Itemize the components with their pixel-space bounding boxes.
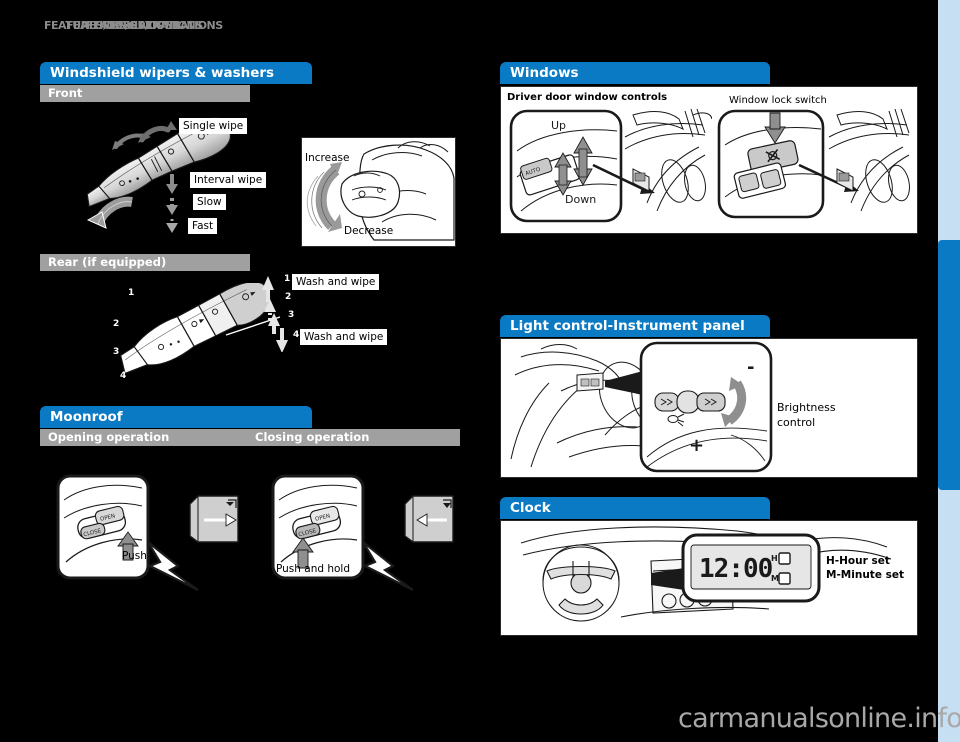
label-single-wipe: Single wipe <box>179 118 248 134</box>
subheader-rear: Rear (if equipped) <box>40 254 250 271</box>
brightness-minus-symbol: - <box>747 357 754 378</box>
section-header-windows: Windows <box>500 62 770 84</box>
driver-door-window-control-illustration: AUTO Up Down <box>509 108 712 223</box>
rear-stalk-number-4: 4 <box>120 371 127 381</box>
clock-hour-button-label: H <box>771 554 778 563</box>
brightness-plus-symbol: + <box>689 435 704 456</box>
clock-illustration-frame: 12:00 H M H-Hour set M-Minute set <box>500 520 918 636</box>
caption-window-lock-switch: Window lock switch <box>729 95 827 106</box>
subheader-moonroof-operations: Opening operation Closing operation <box>40 429 460 446</box>
label-down: Down <box>565 193 596 206</box>
moonroof-opening-illustration: OPEN CLOSE <box>56 474 239 591</box>
label-up: Up <box>551 119 566 132</box>
clock-display-time: 12:00 <box>699 554 773 584</box>
manual-page: FEATURES/OPERATIONS FEATURES/OPERATIONS … <box>0 0 960 742</box>
section-header-clock: Clock <box>500 497 770 519</box>
watermark: carmanualsonline.info <box>678 703 960 734</box>
rear-stalk-number-1: 1 <box>128 288 135 298</box>
page-tab-active-section[interactable] <box>938 240 960 490</box>
label-push: Push <box>122 550 147 562</box>
label-brightness-line1: Brightness <box>777 401 836 414</box>
subheader-opening-operation: Opening operation <box>48 430 170 444</box>
page-tab-strip[interactable] <box>938 0 960 742</box>
label-wash-and-wipe-bottom: Wash and wipe <box>300 329 388 345</box>
clock-minute-button-label: M <box>771 574 779 583</box>
light-control-illustration-frame: - + Brightness control <box>500 338 918 478</box>
label-interval-wipe: Interval wipe <box>190 172 267 188</box>
section-header-light-control: Light control-Instrument panel <box>500 315 770 337</box>
subheader-closing-operation: Closing operation <box>255 430 370 444</box>
label-decrease: Decrease <box>344 225 394 237</box>
label-wash-and-wipe-top: Wash and wipe <box>292 274 380 290</box>
label-slow: Slow <box>193 194 226 210</box>
subheader-front: Front <box>40 85 250 102</box>
section-header-windshield-wipers: Windshield wipers & washers <box>40 62 312 84</box>
rear-stalk-number-2: 2 <box>113 319 120 329</box>
caption-driver-door-window-controls: Driver door window controls <box>507 92 668 103</box>
label-push-and-hold: Push and hold <box>276 563 351 575</box>
page-title-layer-3: FEATURES/OPERATIONS <box>86 19 223 32</box>
rear-arrow-number-4: 4 <box>293 330 300 340</box>
instrument-panel-brightness-illustration: - + <box>510 341 773 473</box>
section-header-moonroof: Moonroof <box>40 406 312 428</box>
label-minute-set: M-Minute set <box>826 569 904 581</box>
rear-arrow-number-3: 3 <box>288 310 295 320</box>
label-hour-set: H-Hour set <box>826 555 890 567</box>
rear-arrow-number-2: 2 <box>285 292 292 302</box>
window-lock-switch-illustration <box>717 109 910 219</box>
page-title: FEATURES/OPERATIONS FEATURES/OPERATIONS … <box>44 19 223 32</box>
label-increase: Increase <box>305 152 350 164</box>
label-brightness-line2: control <box>777 416 816 429</box>
rear-arrow-number-1: 1 <box>284 274 291 284</box>
label-fast: Fast <box>188 218 218 234</box>
moonroof-closing-illustration: OPEN CLOSE <box>271 474 454 591</box>
rear-stalk-number-3: 3 <box>113 347 120 357</box>
windows-illustration-frame: Driver door window controls Window lock … <box>500 86 918 234</box>
